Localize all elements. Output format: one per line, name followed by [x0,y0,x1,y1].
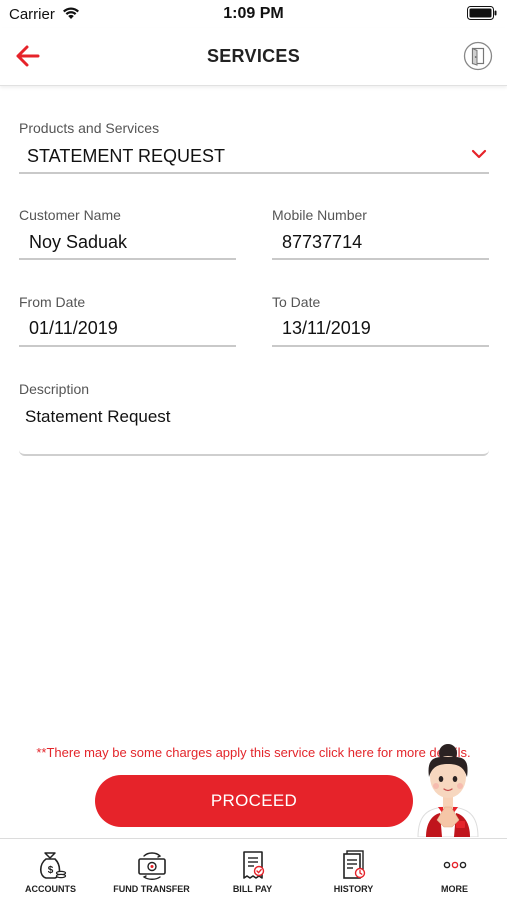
customer-name-label: Customer Name [19,207,121,223]
status-time: 1:09 PM [223,5,284,22]
battery-icon [467,6,497,20]
to-date-label: To Date [272,294,321,310]
products-services-label: Products and Services [19,120,160,136]
from-date-field[interactable]: 01/11/2019 [29,318,229,342]
status-bar: Carrier 1:09 PM [0,0,507,28]
tab-history[interactable]: HISTORY [303,839,404,900]
tab-bill-pay[interactable]: BILL PAY [202,839,303,900]
svg-text:$: $ [48,865,54,876]
description-label: Description [19,381,90,397]
products-services-value: STATEMENT REQUEST [27,146,226,166]
products-services-underline [19,172,489,174]
tab-fund-transfer[interactable]: FUND TRANSFER [101,839,202,900]
proceed-button[interactable]: PROCEED [95,775,413,827]
tab-accounts-label: ACCOUNTS [25,884,76,894]
description-value: Statement Request [25,407,171,426]
more-dots-icon [443,861,467,869]
logout-door-icon[interactable] [463,41,493,71]
money-transfer-icon [138,852,166,880]
nav-bar: SERVICES [0,28,507,86]
customer-name-underline [19,258,236,260]
tab-accounts[interactable]: $ ACCOUNTS [0,839,101,900]
tab-more[interactable]: MORE [404,839,505,900]
from-date-underline [19,345,236,347]
chevron-down-icon[interactable] [470,147,488,161]
tab-history-label: HISTORY [333,884,374,894]
to-date-field[interactable]: 13/11/2019 [282,318,482,342]
tab-bar: $ ACCOUNTS FUND TRANSFER BILL PAY HISTOR… [0,838,507,900]
page-title: SERVICES [206,46,301,66]
tab-more-label: MORE [441,884,468,894]
bill-icon [243,851,265,879]
customer-name-field[interactable]: Noy Saduak [29,232,229,256]
tab-bill-pay-label: BILL PAY [232,884,273,894]
history-icon [343,850,366,879]
back-arrow-icon[interactable] [12,41,44,71]
to-date-underline [272,345,489,347]
tab-fund-transfer-label: FUND TRANSFER [113,884,190,894]
mobile-number-underline [272,258,489,260]
from-date-label: From Date [19,294,86,310]
money-bag-icon: $ [39,852,67,879]
mascot-illustration [417,744,479,837]
products-services-select[interactable]: STATEMENT REQUEST [19,143,489,173]
mobile-number-field[interactable]: 87737714 [282,232,482,256]
mobile-number-label: Mobile Number [272,207,367,223]
description-textarea[interactable]: Statement Request [19,400,489,456]
